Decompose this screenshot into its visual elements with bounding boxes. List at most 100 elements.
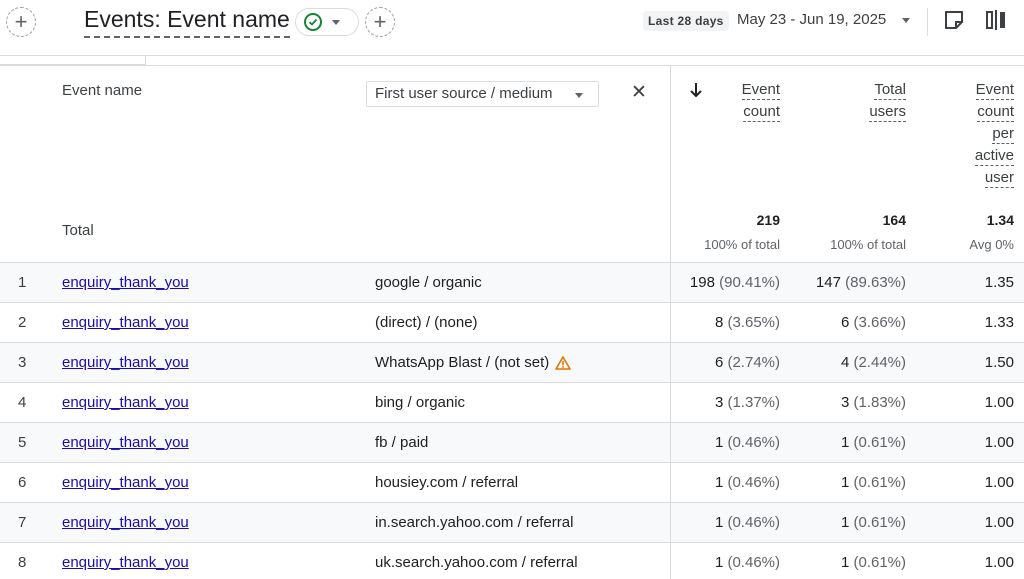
event-name-column-header[interactable]: Event name: [62, 82, 142, 99]
per-user-cell: 1.00: [984, 434, 1014, 451]
source-medium-value: google / organic: [375, 274, 482, 291]
row-number: 6: [18, 474, 27, 491]
header-word: per: [992, 125, 1014, 144]
total-users-cell: 147 (89.63%): [816, 274, 906, 291]
customize-report-icon[interactable]: [985, 9, 1007, 31]
total-per-user-avg: Avg 0%: [969, 237, 1014, 252]
event-count-value: 6: [714, 354, 724, 371]
insights-note-icon[interactable]: [943, 9, 965, 31]
plus-icon: +: [373, 9, 387, 34]
toolbar-divider: [927, 8, 928, 36]
source-medium-value: bing / organic: [375, 394, 466, 411]
secondary-dimension-label: First user source / medium: [375, 85, 553, 102]
total-users-percent: (0.61%): [853, 434, 906, 451]
per-user-cell: 1.00: [984, 554, 1014, 571]
event-name-link[interactable]: enquiry_thank_you: [62, 554, 189, 571]
total-users-cell: 1 (0.61%): [841, 554, 906, 571]
column-divider: [670, 263, 671, 302]
header-word: Total: [874, 81, 906, 100]
header-word: count: [743, 103, 780, 122]
event-count-value: 198: [689, 274, 715, 291]
event-name-link[interactable]: enquiry_thank_you: [62, 314, 189, 331]
total-users-cell: 1 (0.61%): [841, 434, 906, 451]
source-medium-cell: uk.search.yahoo.com / referral: [375, 554, 578, 571]
chevron-down-icon[interactable]: [902, 18, 910, 23]
per-user-cell: 1.00: [984, 394, 1014, 411]
row-number: 1: [18, 274, 27, 291]
report-status-button[interactable]: [295, 8, 359, 36]
row-number: 8: [18, 554, 27, 571]
event-count-value: 8: [714, 314, 724, 331]
total-users-value: 1: [840, 434, 850, 451]
event-count-cell: 1 (0.46%): [715, 554, 780, 571]
event-name-link[interactable]: enquiry_thank_you: [62, 434, 189, 451]
total-users-value: 147: [815, 274, 841, 291]
total-users-cell: 1 (0.61%): [841, 474, 906, 491]
event-name-link[interactable]: enquiry_thank_you: [62, 514, 189, 531]
table-row: 2 enquiry_thank_you (direct) / (none) 8 (3.…: [0, 302, 1024, 342]
warning-icon[interactable]: [555, 355, 572, 370]
total-event-count: 219: [756, 212, 780, 228]
row-number: 4: [18, 394, 27, 411]
total-users-percent: (0.61%): [853, 554, 906, 571]
table-row: 1 enquiry_thank_you google / organic 198 (9…: [0, 262, 1024, 302]
total-row-label: Total: [62, 222, 94, 239]
source-medium-cell: google / organic: [375, 274, 482, 291]
event-count-value: 1: [714, 554, 724, 571]
chevron-down-icon: [575, 93, 583, 98]
total-users-value: 3: [840, 394, 850, 411]
column-divider: [670, 303, 671, 342]
event-count-percent: (3.65%): [727, 314, 780, 331]
page-title[interactable]: Events: Event name: [84, 6, 290, 38]
source-medium-value: in.search.yahoo.com / referral: [375, 514, 574, 531]
table-row: 7 enquiry_thank_you in.search.yahoo.com / …: [0, 502, 1024, 542]
source-medium-cell: (direct) / (none): [375, 314, 478, 331]
table-row: 3 enquiry_thank_you WhatsApp Blast / (not …: [0, 342, 1024, 382]
table-row: 6 enquiry_thank_you housiey.com / referral…: [0, 462, 1024, 502]
chevron-down-icon: [332, 19, 340, 25]
header-word: Event: [741, 81, 780, 100]
remove-dimension-close-icon[interactable]: ✕: [631, 81, 647, 104]
event-count-cell: 1 (0.46%): [715, 434, 780, 451]
row-number: 7: [18, 514, 27, 531]
total-users-value: 1: [840, 474, 850, 491]
add-filter-button[interactable]: +: [365, 7, 395, 37]
total-users-percent: (89.63%): [845, 274, 906, 291]
event-name-link[interactable]: enquiry_thank_you: [62, 394, 189, 411]
event-name-link[interactable]: enquiry_thank_you: [62, 354, 189, 371]
event-count-value: 3: [714, 394, 724, 411]
data-table: Event name First user source / medium ✕ …: [0, 65, 1024, 579]
tab-separator: [145, 56, 146, 65]
event-count-cell: 1 (0.46%): [715, 514, 780, 531]
event-count-cell: 1 (0.46%): [715, 474, 780, 491]
header-word: count: [977, 103, 1014, 122]
column-divider: [670, 383, 671, 422]
per-user-cell: 1.00: [984, 474, 1014, 491]
event-count-percent: (0.46%): [727, 554, 780, 571]
total-users-percent: (3.66%): [853, 314, 906, 331]
event-name-link[interactable]: enquiry_thank_you: [62, 274, 189, 291]
row-number: 5: [18, 434, 27, 451]
event-count-per-active-user-column-header[interactable]: Event count per active user: [924, 79, 1014, 189]
check-icon: [304, 13, 322, 31]
header-word: active: [974, 147, 1014, 166]
total-users-cell: 3 (1.83%): [841, 394, 906, 411]
secondary-dimension-select[interactable]: First user source / medium: [366, 81, 599, 107]
column-divider: [670, 503, 671, 542]
date-range-picker[interactable]: May 23 - Jun 19, 2025: [737, 11, 886, 28]
total-users-cell: 1 (0.61%): [841, 514, 906, 531]
table-row: 4 enquiry_thank_you bing / organic 3 (1.37%…: [0, 382, 1024, 422]
event-count-column-header[interactable]: Event count: [690, 79, 780, 123]
add-comparison-button[interactable]: +: [6, 7, 36, 37]
header-word: users: [869, 103, 906, 122]
report-header: + Events: Event name + Last 28 days May …: [0, 0, 1024, 56]
total-users-column-header[interactable]: Total users: [816, 79, 906, 123]
event-count-percent: (2.74%): [727, 354, 780, 371]
total-users-percent: (1.83%): [853, 394, 906, 411]
event-count-cell: 3 (1.37%): [715, 394, 780, 411]
event-name-link[interactable]: enquiry_thank_you: [62, 474, 189, 491]
total-users-share: 100% of total: [830, 237, 906, 252]
source-medium-cell: fb / paid: [375, 434, 428, 451]
source-medium-value: WhatsApp Blast / (not set): [375, 354, 550, 371]
date-range-label: Last 28 days: [643, 11, 729, 31]
